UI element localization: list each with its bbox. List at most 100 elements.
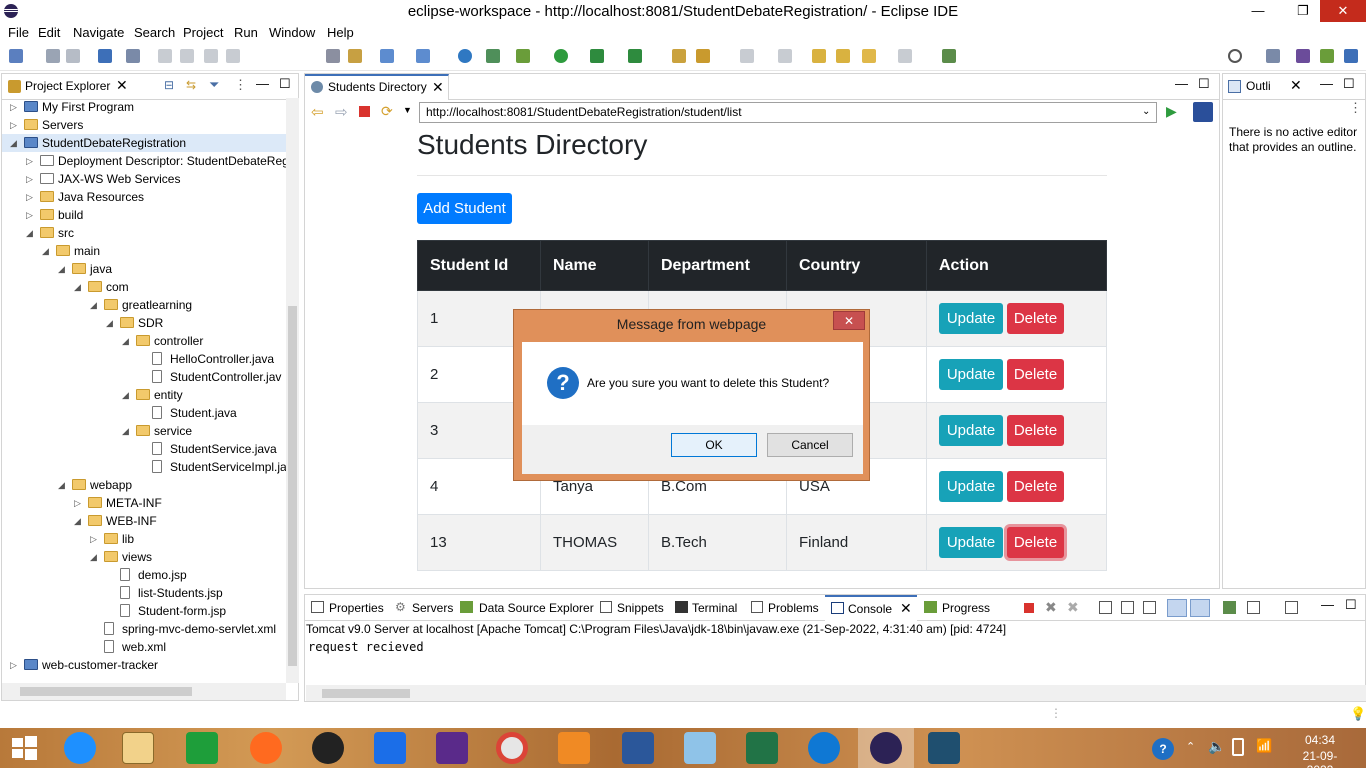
update-button[interactable]: Update [939,303,1003,334]
tray-chevron-icon[interactable]: ⌃ [1186,740,1195,753]
go-icon[interactable]: ▶ [1166,103,1177,120]
open-console-icon[interactable] [1285,601,1298,614]
tree-item[interactable]: HelloController.java [2,350,286,368]
tab-snippets[interactable]: Snippets [617,601,664,615]
dialog-close-button[interactable]: ✕ [833,311,865,330]
tree-item[interactable]: web.xml [2,638,286,656]
minimize-view-icon[interactable]: — [256,76,269,91]
collapse-arrow-icon[interactable]: ◢ [58,476,65,494]
stop-icon[interactable] [359,106,370,117]
url-dropdown-icon[interactable]: ⌄ [1142,106,1150,117]
skip-breakpoints-icon[interactable] [126,49,140,63]
notepad-icon[interactable] [684,732,716,764]
tab-progress[interactable]: Progress [942,601,990,615]
tree-item[interactable]: ◢ java [2,260,286,278]
format-icon[interactable] [326,49,340,63]
tree-horizontal-scrollbar[interactable] [2,683,286,700]
minimize-view-icon[interactable]: — [1320,76,1333,91]
forward-icon[interactable] [898,49,912,63]
tree-scroll-thumb[interactable] [288,306,297,666]
expand-arrow-icon[interactable]: ▷ [10,98,17,116]
show-on-stdout-icon[interactable] [1167,599,1187,617]
tip-icon[interactable]: 💡 [1350,706,1366,722]
forward-arrow-icon[interactable]: ⇨ [335,103,348,121]
resume-icon[interactable] [158,49,172,63]
save-all-icon[interactable] [66,49,80,63]
scroll-lock-icon[interactable] [1121,601,1134,614]
update-button[interactable]: Update [939,359,1003,390]
tree-item[interactable]: ◢ views [2,548,286,566]
collapse-arrow-icon[interactable]: ◢ [90,296,97,314]
tree-item[interactable]: ▷ JAX-WS Web Services [2,170,286,188]
collapse-all-icon[interactable]: ⊟ [164,78,174,92]
tab-console-active[interactable]: Console ✕ [825,595,917,621]
internet-explorer-icon[interactable] [64,732,96,764]
maximize-view-icon[interactable]: ☐ [1345,597,1357,613]
pin-console-icon[interactable] [1223,601,1236,614]
puzzle-app-icon[interactable] [436,732,468,764]
tree-item[interactable]: demo.jsp [2,566,286,584]
tree-item[interactable]: ▷ META-INF [2,494,286,512]
coverage-icon[interactable] [590,49,604,63]
tab-properties[interactable]: Properties [329,601,384,615]
pin-editor-icon[interactable] [942,49,956,63]
web-services-icon[interactable] [486,49,500,63]
tree-item[interactable]: ◢ service [2,422,286,440]
minimize-editor-icon[interactable]: — [1175,76,1188,91]
clear-console-icon[interactable] [1099,601,1112,614]
tree-item[interactable]: StudentService.java [2,440,286,458]
remove-launch-icon[interactable]: ✖ [1045,599,1057,616]
new-icon[interactable] [9,49,23,63]
minimize-button[interactable]: — [1235,0,1281,22]
delete-button[interactable]: Delete [1007,471,1064,502]
menu-file[interactable]: File [8,25,29,40]
delete-button[interactable]: Delete [1007,527,1064,558]
url-bar[interactable]: http://localhost:8081/StudentDebateRegis… [419,102,1157,123]
collapse-arrow-icon[interactable]: ◢ [74,512,81,530]
last-edit-icon[interactable] [812,49,826,63]
ok-button[interactable]: OK [671,433,757,457]
menu-run[interactable]: Run [234,25,258,40]
search-icon[interactable] [1228,49,1242,63]
tree-item[interactable]: Student.java [2,404,286,422]
collapse-arrow-icon[interactable]: ◢ [122,332,129,350]
collapse-arrow-icon[interactable]: ◢ [42,242,49,260]
terminal-icon[interactable] [98,49,112,63]
back-arrow-icon[interactable]: ⇦ [311,103,324,121]
maximize-editor-icon[interactable]: ☐ [1198,76,1210,92]
filter-icon[interactable]: ⏷ [209,77,219,93]
collapse-arrow-icon[interactable]: ◢ [10,134,17,152]
save-icon[interactable] [46,49,60,63]
help-icon[interactable]: ? [1152,738,1174,760]
menu-help[interactable]: Help [327,25,354,40]
store-icon[interactable] [186,732,218,764]
eclipse-taskbar-button[interactable] [858,728,914,768]
tab-servers[interactable]: Servers [412,601,453,615]
students-directory-tab[interactable]: Students Directory ✕ [305,74,449,100]
menu-edit[interactable]: Edit [38,25,60,40]
tree-hscroll-thumb[interactable] [20,687,192,696]
network-icon[interactable]: 📶 [1256,738,1272,754]
refresh-icon[interactable]: ⟳ [381,103,393,120]
terminate-icon[interactable] [204,49,218,63]
expand-arrow-icon[interactable]: ▷ [26,170,33,188]
file-explorer-icon[interactable] [122,732,154,764]
cancel-button[interactable]: Cancel [767,433,853,457]
update-button[interactable]: Update [939,527,1003,558]
console-hscrollbar[interactable] [306,685,1366,701]
expand-arrow-icon[interactable]: ▷ [90,530,97,548]
tree-item[interactable]: Student-form.jsp [2,602,286,620]
debug-icon[interactable] [516,49,530,63]
tree-item[interactable]: ◢ webapp [2,476,286,494]
minimize-view-icon[interactable]: — [1321,597,1334,612]
tree-item[interactable]: ▷ Java Resources [2,188,286,206]
tree-item[interactable]: StudentServiceImpl.ja [2,458,286,476]
expand-arrow-icon[interactable]: ▷ [26,188,33,206]
tree-item[interactable]: ◢ src [2,224,286,242]
open-task-icon[interactable] [696,49,710,63]
tree-item[interactable]: ◢ controller [2,332,286,350]
maximize-view-icon[interactable]: ☐ [279,76,291,92]
close-tab-icon[interactable]: ✕ [116,77,128,94]
debug-perspective-icon[interactable] [1320,49,1334,63]
refresh-dropdown-icon[interactable]: ▼ [403,105,412,115]
